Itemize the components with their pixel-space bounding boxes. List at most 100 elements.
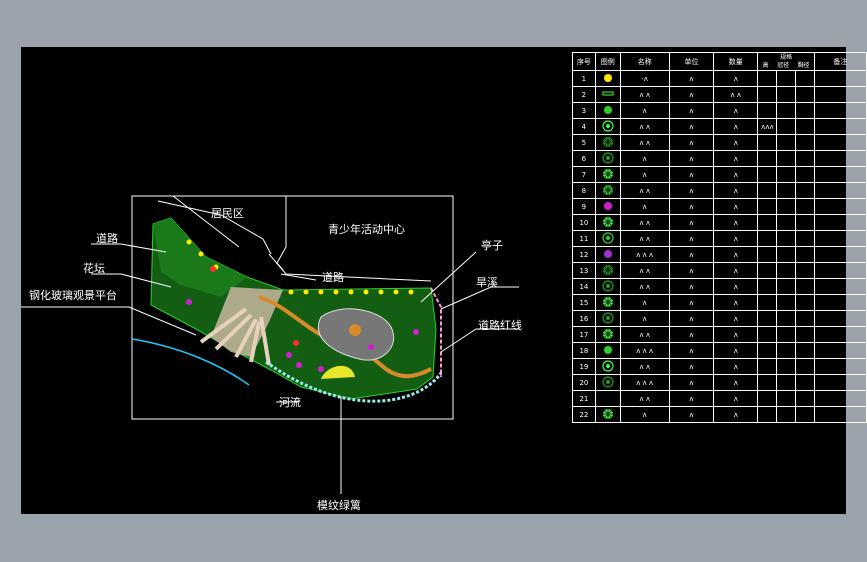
legend-row: 12 ʌ ʌ ʌʌʌ bbox=[572, 246, 867, 263]
legend-spec-dbh bbox=[795, 390, 815, 407]
legend-index: 10 bbox=[572, 214, 596, 231]
legend-quantity: ʌ bbox=[713, 214, 759, 231]
legend-quantity: ʌ bbox=[713, 294, 759, 311]
legend-remarks bbox=[813, 70, 867, 87]
legend-quantity: ʌ bbox=[713, 310, 759, 327]
header-remarks: 备注 bbox=[813, 52, 867, 71]
legend-spec-crown bbox=[776, 118, 797, 135]
legend-name: ʌ bbox=[619, 166, 670, 183]
plant-symbol-icon bbox=[602, 279, 614, 292]
plant-symbol-icon bbox=[602, 216, 613, 227]
road-line-4 bbox=[268, 253, 432, 282]
legend-row: 4ʌ ʌ ʌ ʌ ʌʌʌ bbox=[572, 118, 867, 135]
label-glass-platform: 钢化玻璃观景平台 bbox=[29, 289, 117, 302]
legend-name: ʌ bbox=[619, 310, 670, 327]
legend-row: 21 ʌ ʌʌʌ bbox=[572, 390, 867, 407]
legend-spec-height bbox=[757, 262, 778, 279]
legend-unit: ʌ bbox=[668, 246, 715, 263]
legend-unit: ʌ bbox=[668, 214, 715, 231]
legend-quantity: ʌ bbox=[713, 262, 759, 279]
legend-spec-height bbox=[757, 214, 778, 231]
label-road-center: 道路 bbox=[322, 271, 344, 284]
legend-index: 1 bbox=[572, 70, 596, 87]
plant-symbol-icon bbox=[603, 105, 612, 114]
legend-spec-dbh bbox=[795, 326, 815, 343]
legend-spec-crown bbox=[776, 198, 797, 215]
legend-remarks bbox=[813, 310, 867, 327]
legend-index: 5 bbox=[572, 134, 596, 151]
legend-spec-dbh bbox=[795, 166, 815, 183]
label-dry-creek: 旱溪 bbox=[476, 276, 498, 289]
legend-index: 19 bbox=[572, 358, 596, 375]
legend-spec-height bbox=[757, 406, 778, 423]
legend-symbol bbox=[594, 326, 621, 343]
legend-spec-dbh bbox=[795, 342, 815, 359]
legend-unit: ʌ bbox=[668, 70, 715, 87]
legend-name: ʌ bbox=[619, 294, 670, 311]
plant-symbol-icon bbox=[602, 151, 614, 164]
legend-symbol bbox=[594, 70, 621, 87]
road-line-3 bbox=[276, 196, 287, 271]
legend-header-row: 序号 图例 名称 单位 数量 规格 高 冠径 胸径 备注 bbox=[572, 52, 867, 71]
legend-spec-dbh bbox=[795, 374, 815, 391]
legend-spec-height bbox=[757, 390, 778, 407]
legend-index: 11 bbox=[572, 230, 596, 247]
label-pavilion: 亭子 bbox=[481, 239, 503, 252]
legend-index: 17 bbox=[572, 326, 596, 343]
legend-quantity: ʌ bbox=[713, 198, 759, 215]
legend-quantity: ʌ bbox=[713, 182, 759, 199]
legend-row: 5ʌ ʌʌʌ bbox=[572, 134, 867, 151]
legend-name: ʌ ʌ bbox=[619, 182, 670, 199]
header-spec-height: 高 bbox=[762, 61, 769, 69]
legend-row: 14 ʌ ʌʌʌ bbox=[572, 278, 867, 295]
legend-quantity: ʌ bbox=[713, 230, 759, 247]
legend-unit: ʌ bbox=[668, 262, 715, 279]
legend-symbol bbox=[594, 310, 621, 327]
legend-quantity: ʌ bbox=[713, 326, 759, 343]
legend-row: 10 ʌ ʌʌʌ bbox=[572, 214, 867, 231]
legend-remarks bbox=[813, 390, 867, 407]
header-index: 序号 bbox=[572, 52, 596, 71]
legend-index: 16 bbox=[572, 310, 596, 327]
legend-symbol bbox=[594, 102, 621, 119]
legend-remarks bbox=[813, 406, 867, 423]
legend-name: ʌ ʌ bbox=[619, 230, 670, 247]
legend-quantity: ʌ bbox=[713, 166, 759, 183]
legend-spec-dbh bbox=[795, 102, 815, 119]
legend-unit: ʌ bbox=[668, 294, 715, 311]
legend-symbol bbox=[594, 230, 621, 247]
legend-spec-dbh bbox=[795, 230, 815, 247]
legend-name: ʌ bbox=[619, 150, 670, 167]
plant-symbol-icon bbox=[602, 231, 614, 244]
legend-unit: ʌ bbox=[668, 278, 715, 295]
legend-index: 4 bbox=[572, 118, 596, 135]
plant-symbol-icon bbox=[602, 136, 613, 147]
legend-index: 7 bbox=[572, 166, 596, 183]
legend-index: 14 bbox=[572, 278, 596, 295]
legend-spec-crown bbox=[776, 166, 797, 183]
legend-remarks bbox=[813, 166, 867, 183]
legend-spec-dbh bbox=[795, 150, 815, 167]
plant-symbol-icon bbox=[602, 119, 614, 132]
legend-remarks bbox=[813, 262, 867, 279]
legend-row: 17 ʌ ʌʌʌ bbox=[572, 326, 867, 343]
legend-spec-height bbox=[757, 134, 778, 151]
legend-row: 3ʌʌʌ bbox=[572, 102, 867, 119]
legend-spec-crown bbox=[776, 310, 797, 327]
legend-index: 12 bbox=[572, 246, 596, 263]
legend-symbol bbox=[594, 390, 621, 407]
legend-spec-crown bbox=[776, 150, 797, 167]
plant-symbol-icon bbox=[603, 73, 612, 82]
legend-quantity: ʌ bbox=[713, 118, 759, 135]
legend-remarks bbox=[813, 198, 867, 215]
legend-spec-crown bbox=[776, 102, 797, 119]
legend-spec-crown bbox=[776, 86, 797, 103]
legend-spec-dbh bbox=[795, 118, 815, 135]
legend-index: 3 bbox=[572, 102, 596, 119]
legend-remarks bbox=[813, 86, 867, 103]
legend-symbol bbox=[594, 374, 621, 391]
legend-row: 19 ʌ ʌʌʌ bbox=[572, 358, 867, 375]
legend-spec-dbh bbox=[795, 214, 815, 231]
legend-spec-crown bbox=[776, 374, 797, 391]
legend-row: 22 ʌ ʌ ʌ bbox=[572, 406, 867, 423]
